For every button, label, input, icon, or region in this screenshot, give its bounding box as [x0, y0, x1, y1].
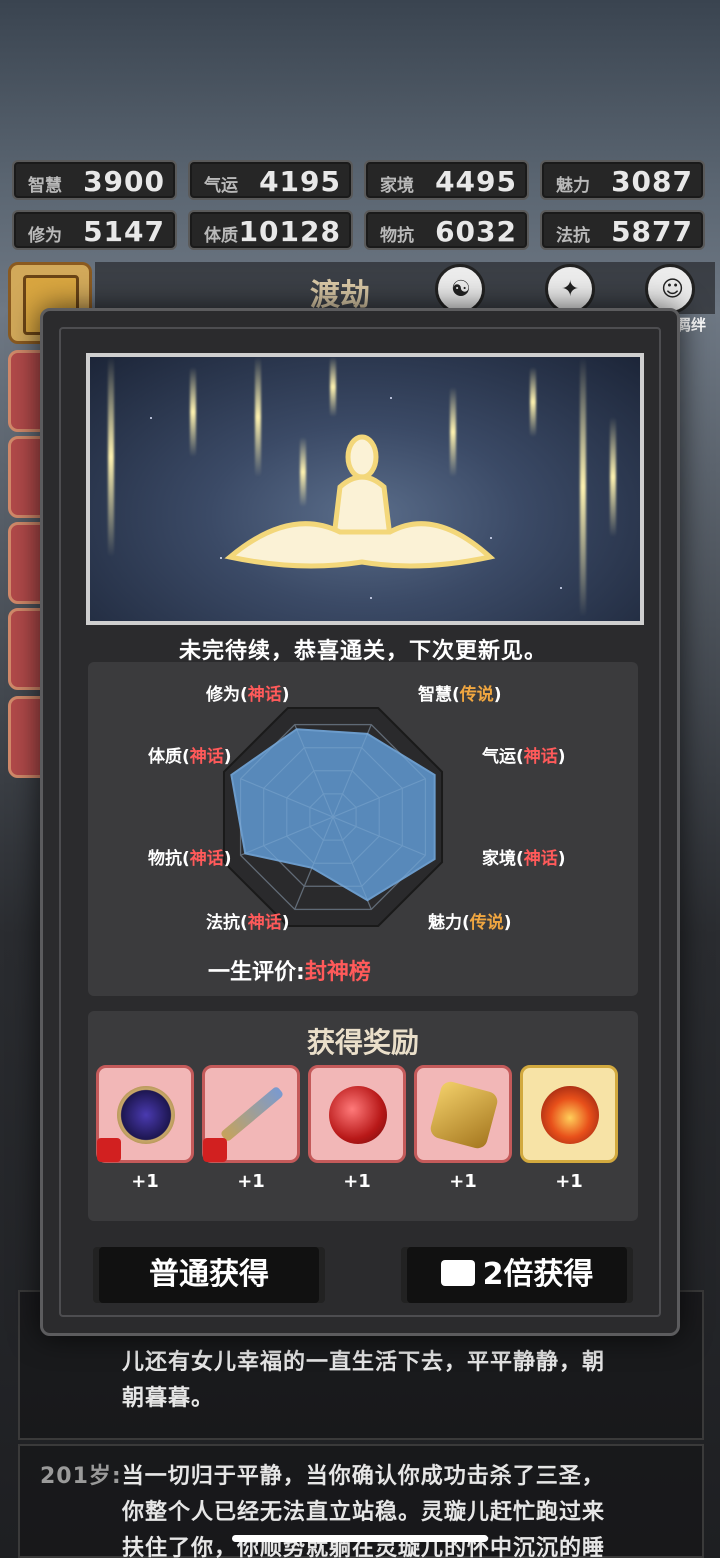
fragment-icon: [97, 1138, 121, 1162]
reward-count-1: +1: [131, 1171, 159, 1192]
ending-modal: 未完待续，恭喜通关，下次更新见。 修为(神话) 智慧(传说) 气运(神话) 家境…: [40, 308, 680, 1336]
ascension-illustration: [86, 353, 644, 625]
fragment-icon: [203, 1138, 227, 1162]
life-verdict: 一生评价:封神榜: [208, 960, 371, 985]
stat-magic-resist: 法抗 5877: [540, 210, 705, 250]
meditating-figure: [224, 434, 496, 569]
stat-luck: 气运 4195: [188, 160, 353, 200]
attribute-radar-panel: 修为(神话) 智慧(传说) 气运(神话) 家境(神话) 魅力(传说) 法抗(神话…: [88, 662, 638, 996]
meditation-icon[interactable]: ☯: [435, 264, 485, 314]
video-icon: [440, 1259, 475, 1286]
gold-token-icon: [428, 1079, 500, 1151]
attr-cultivation: 修为(神话): [206, 685, 290, 705]
reward-slot-2[interactable]: [202, 1065, 300, 1163]
verdict-value: 封神榜: [304, 960, 371, 985]
normal-claim-button[interactable]: 普通获得: [99, 1247, 319, 1303]
reward-slot-4[interactable]: [414, 1065, 512, 1163]
reward-count-2: +1: [237, 1171, 265, 1192]
portrait-icon[interactable]: ☺: [645, 264, 695, 314]
attr-family: 家境(神话): [482, 849, 566, 869]
attr-wisdom: 智慧(传说): [418, 685, 502, 705]
stat-physique: 体质 10128: [188, 210, 353, 250]
reward-title: 获得奖励: [306, 1026, 419, 1059]
attr-physique: 体质(神话): [148, 747, 232, 767]
reward-count-5: +1: [555, 1171, 583, 1192]
stat-cultivation: 修为 5147: [12, 210, 177, 250]
reward-count-3: +1: [343, 1171, 371, 1192]
radar-chart: [222, 706, 444, 928]
fire-orb-icon: [541, 1086, 599, 1144]
mirror-icon: [117, 1086, 175, 1144]
reward-slot-3[interactable]: [308, 1065, 406, 1163]
attr-luck: 气运(神话): [482, 747, 566, 767]
reward-slot-5[interactable]: [520, 1065, 618, 1163]
red-orb-icon: [329, 1086, 387, 1144]
stage-header: 渡劫 ☯ ✦ ☺: [95, 262, 715, 314]
sword-icon: [219, 1085, 285, 1143]
stat-family: 家境 4495: [364, 160, 529, 200]
stat-wisdom: 智慧 3900: [12, 160, 177, 200]
completion-message: 未完待续，恭喜通关，下次更新见。: [178, 639, 547, 664]
attr-charm: 魅力(传说): [428, 913, 512, 933]
attr-magic-resist: 法抗(神话): [206, 913, 290, 933]
reward-panel: 获得奖励 +1 +1 +1 +1 +1: [88, 1011, 638, 1221]
stat-charm: 魅力 3087: [540, 160, 705, 200]
double-claim-button[interactable]: 2倍获得: [407, 1247, 627, 1303]
stat-phys-resist: 物抗 6032: [364, 210, 529, 250]
attr-phys-resist: 物抗(神话): [148, 849, 232, 869]
bond-label[interactable]: 羁绊: [676, 314, 706, 335]
home-indicator[interactable]: [232, 1535, 488, 1542]
beast-icon[interactable]: ✦: [545, 264, 595, 314]
story-age: 201岁:: [40, 1464, 122, 1489]
reward-count-4: +1: [449, 1171, 477, 1192]
reward-slot-1[interactable]: [96, 1065, 194, 1163]
